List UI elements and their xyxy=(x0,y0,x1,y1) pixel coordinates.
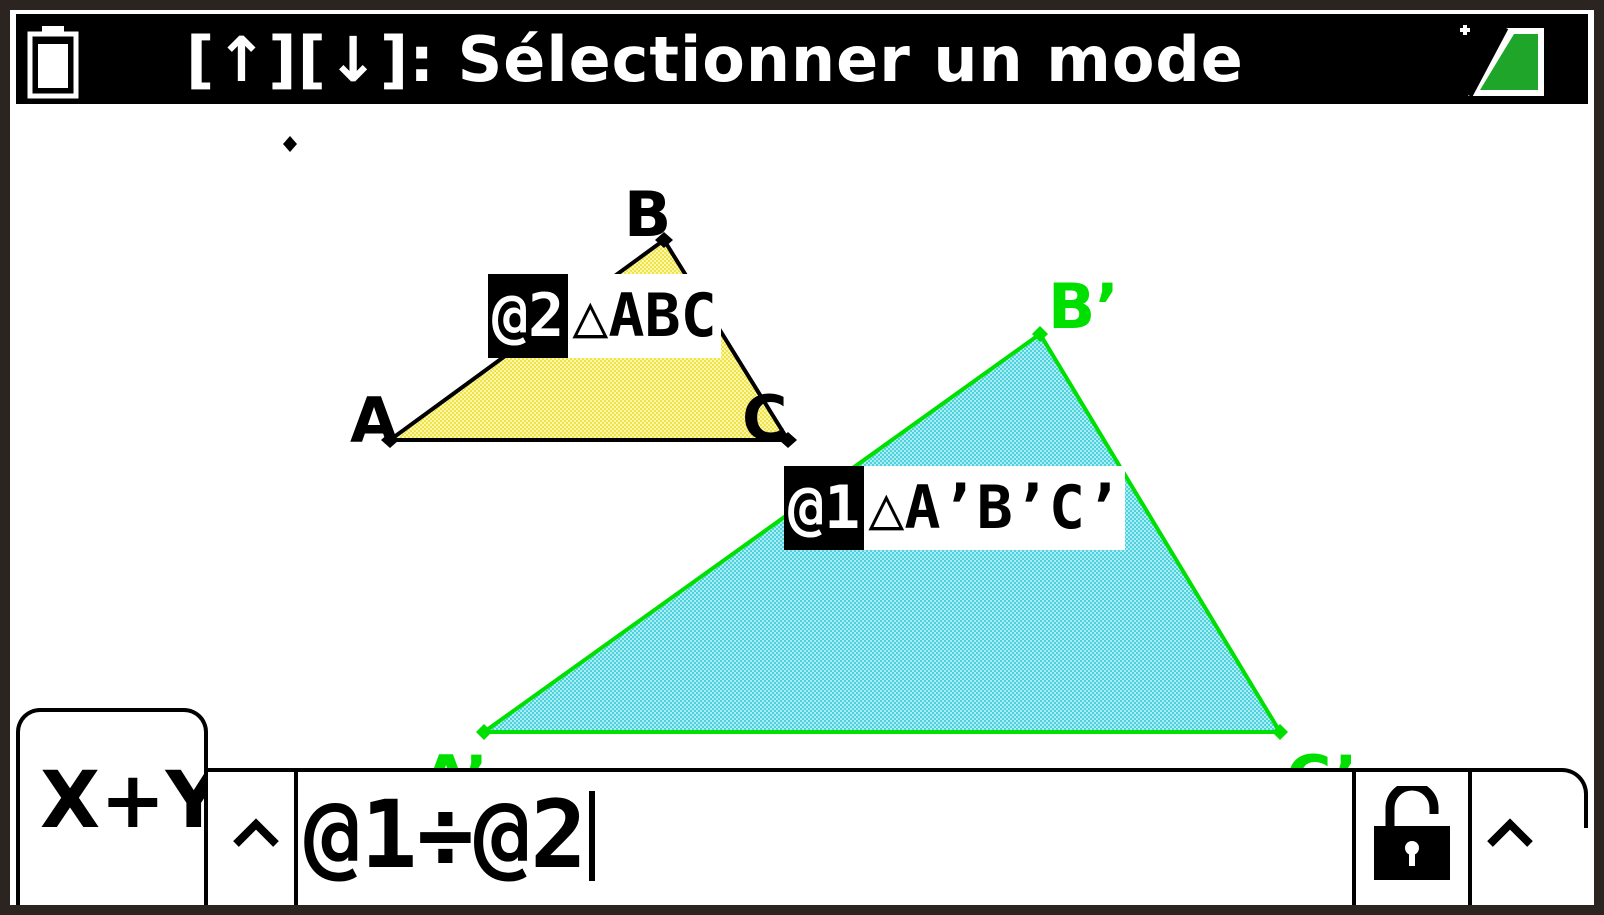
vertex-a-label: A xyxy=(350,384,398,457)
vertex-c-label: C xyxy=(742,382,788,455)
triangle-abc-name: △ABC xyxy=(568,274,721,358)
triangle-abc-tag: @2 xyxy=(488,274,569,358)
caret-up-icon[interactable] xyxy=(226,802,286,872)
triangle-a-prime-b-prime-c-prime-name: △A’B’C’ xyxy=(864,466,1126,550)
status-hint-text: [↑][↓]: Sélectionner un mode xyxy=(186,23,1244,96)
triangle-a-prime-b-prime-c-prime-tag: @1 xyxy=(784,466,865,550)
divider xyxy=(294,772,298,905)
xy-tab-label: X+Y xyxy=(40,756,222,846)
expression-field[interactable]: @1÷@2 xyxy=(304,786,595,886)
shift-indicator-icon xyxy=(1460,25,1544,98)
divider xyxy=(1468,772,1472,905)
calculator-screen: A B C B’ A’ C’ @2 △ABC @1 △A’B’C’ [↑][↓]… xyxy=(10,10,1594,905)
expression-input[interactable]: @1÷@2 xyxy=(208,768,1550,905)
bottom-input-bar: X+Y @1÷@2 xyxy=(10,708,1594,905)
divider xyxy=(1352,772,1356,905)
caret-up-icon[interactable] xyxy=(1480,802,1540,872)
xy-tab[interactable]: X+Y xyxy=(16,708,222,905)
triangle-a-prime-b-prime-c-prime-label[interactable]: @1 △A’B’C’ xyxy=(784,466,1126,550)
input-end-cap xyxy=(1546,768,1588,828)
free-point[interactable] xyxy=(283,136,297,152)
battery-icon xyxy=(27,26,79,99)
vertex-b-label: B xyxy=(624,178,671,251)
unlocked-padlock-icon[interactable] xyxy=(1370,786,1454,882)
status-bar: [↑][↓]: Sélectionner un mode xyxy=(16,14,1588,104)
text-cursor xyxy=(588,791,595,881)
expression-text: @1÷@2 xyxy=(304,781,587,890)
vertex-b-prime-label: B’ xyxy=(1048,270,1119,343)
triangle-abc-label[interactable]: @2 △ABC xyxy=(488,274,721,358)
